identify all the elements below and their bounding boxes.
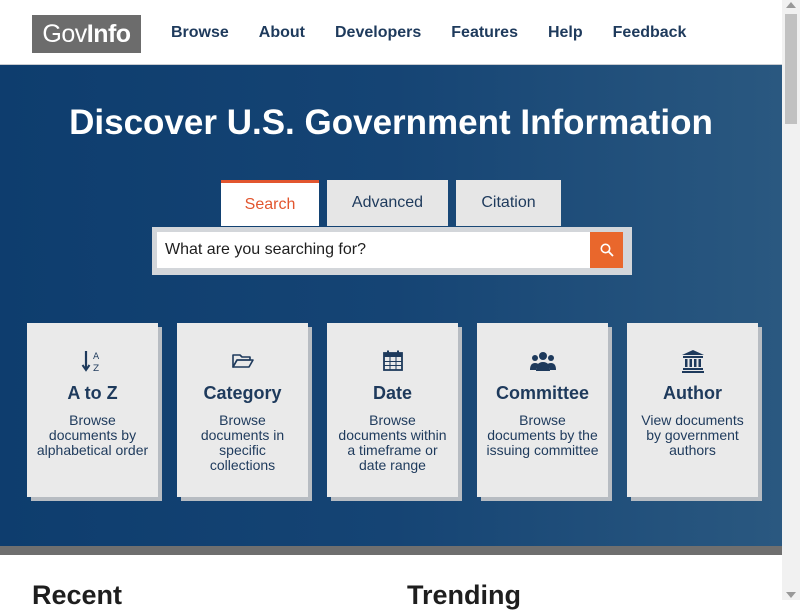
- section-title-trending: Trending: [407, 580, 521, 610]
- nav-help[interactable]: Help: [548, 24, 583, 42]
- card-description: Browse documents by alphabetical order: [36, 412, 149, 458]
- main-nav: Browse About Developers Features Help Fe…: [171, 24, 716, 42]
- users-icon: [529, 352, 556, 371]
- tab-search[interactable]: Search: [221, 180, 319, 226]
- tab-citation[interactable]: Citation: [456, 180, 561, 226]
- folder-open-icon: [231, 354, 254, 368]
- section-divider: [0, 546, 782, 555]
- nav-about[interactable]: About: [259, 24, 305, 42]
- svg-text:A: A: [93, 352, 100, 362]
- card-a-to-z[interactable]: A Z A to Z Browse documents by alphabeti…: [27, 323, 158, 497]
- card-title: A to Z: [67, 383, 118, 403]
- card-committee[interactable]: Committee Browse documents by the issuin…: [477, 323, 608, 497]
- sort-alpha-icon: A Z: [81, 351, 100, 373]
- logo-text-info: Info: [86, 19, 131, 48]
- logo-text-gov: Gov: [42, 19, 87, 48]
- card-author[interactable]: Author View documents by government auth…: [627, 323, 758, 497]
- search-bar: [152, 227, 632, 275]
- card-category[interactable]: Category Browse documents in specific co…: [177, 323, 308, 497]
- govinfo-logo[interactable]: Gov Info: [32, 15, 141, 53]
- hero-section: Discover U.S. Government Information Sea…: [0, 65, 782, 546]
- search-input[interactable]: [157, 232, 591, 268]
- card-description: Browse documents in specific collections: [200, 412, 285, 473]
- card-title: Author: [663, 383, 722, 403]
- section-title-recent: Recent: [32, 580, 123, 610]
- nav-browse[interactable]: Browse: [171, 24, 229, 42]
- nav-developers[interactable]: Developers: [335, 24, 421, 42]
- card-date[interactable]: Date Browse documents within a timeframe…: [327, 323, 458, 497]
- svg-text:Z: Z: [93, 364, 99, 373]
- nav-features[interactable]: Features: [451, 24, 518, 42]
- content-sections: Recent Trending: [0, 555, 782, 610]
- card-description: Browse documents by the issuing committe…: [486, 412, 599, 458]
- card-title: Date: [372, 383, 412, 403]
- search-icon: [600, 243, 614, 257]
- card-description: View documents by government authors: [641, 412, 744, 458]
- page-scrollbar[interactable]: [782, 0, 800, 600]
- tab-advanced[interactable]: Advanced: [327, 180, 448, 226]
- card-title: Category: [203, 383, 282, 403]
- scroll-up-arrow-icon[interactable]: [786, 2, 796, 8]
- hero-title: Discover U.S. Government Information: [69, 103, 713, 142]
- site-header: Gov Info Browse About Developers Features…: [0, 0, 782, 66]
- search-tabs: Search Advanced Citation: [221, 180, 569, 226]
- scrollbar-thumb[interactable]: [785, 14, 797, 124]
- nav-feedback[interactable]: Feedback: [613, 24, 687, 42]
- search-button[interactable]: [590, 232, 623, 268]
- card-title: Committee: [495, 383, 589, 403]
- calendar-icon: [382, 350, 403, 371]
- card-description: Browse documents within a timeframe or d…: [338, 412, 447, 473]
- scroll-down-arrow-icon[interactable]: [786, 592, 796, 598]
- institution-icon: [681, 350, 704, 373]
